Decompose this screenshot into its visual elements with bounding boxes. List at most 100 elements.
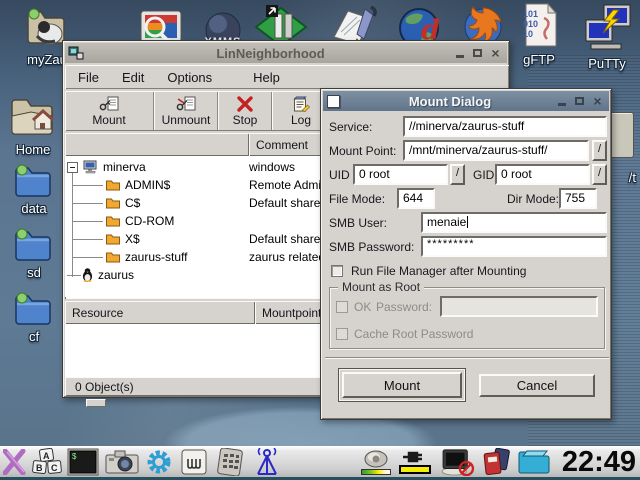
linneighborhood-window-icon: [68, 45, 84, 61]
linneighborhood-titlebar[interactable]: LinNeighborhood ×: [65, 43, 507, 63]
settings-gear-icon[interactable]: [142, 448, 176, 476]
root-ok-label: OK: [354, 300, 371, 314]
tree-label: C$: [125, 196, 140, 210]
folder-icon: [105, 196, 121, 210]
resource-column-header[interactable]: Resource: [65, 301, 255, 324]
gid-browse-button[interactable]: /: [592, 164, 607, 185]
mount-dialog-window-icon: [327, 95, 340, 108]
close-button[interactable]: ×: [489, 47, 502, 60]
uid-input[interactable]: 0 root: [353, 164, 448, 185]
dialog-close-button[interactable]: ×: [591, 95, 604, 108]
minimize-button[interactable]: [453, 47, 466, 60]
service-input[interactable]: //minerva/zaurus-stuff: [403, 116, 607, 137]
toolbar-mount-button[interactable]: Mount: [65, 91, 153, 131]
taskbar-clock[interactable]: 22:49: [562, 446, 636, 479]
computer-icon: [83, 160, 99, 174]
uid-value: 0 root: [359, 167, 390, 181]
smb-password-input[interactable]: *********: [421, 236, 607, 257]
close-icon: ×: [593, 96, 601, 107]
maximize-button[interactable]: [471, 47, 484, 60]
battery-power-icon[interactable]: [394, 448, 436, 476]
keypad-device-icon[interactable]: [212, 448, 248, 476]
desktop-icon-gftp[interactable]: 101 010 10: [518, 2, 560, 48]
smb-user-input[interactable]: menaie: [421, 212, 607, 233]
mount-as-root-group: Mount as Root OK Password: Cache Root Pa…: [329, 287, 605, 349]
abc-letter-a: A: [43, 451, 50, 461]
mount-button[interactable]: Mount: [342, 372, 462, 398]
mount-dialog-title: Mount Dialog: [345, 94, 555, 109]
desktop-icon-home[interactable]: [8, 94, 58, 140]
root-password-input[interactable]: [440, 296, 598, 317]
log-icon: [291, 96, 311, 112]
menu-file[interactable]: File: [75, 69, 102, 86]
desktop-icon-sd[interactable]: [12, 226, 56, 264]
file-mode-input[interactable]: 644: [397, 188, 435, 209]
desktop-icon-cf[interactable]: [12, 290, 56, 328]
terminal-icon[interactable]: $: [64, 448, 102, 476]
documents-folder-icon[interactable]: [514, 448, 556, 476]
tree-header-name[interactable]: [65, 133, 249, 156]
desktop-icon-data[interactable]: [12, 162, 56, 200]
gftp-bits-3: 10: [523, 29, 533, 39]
uid-label: UID: [329, 168, 350, 182]
terminal-prompt: $: [72, 452, 77, 461]
tree-comment: zaurus related: [249, 250, 325, 264]
toolbar-stop-button[interactable]: Stop: [219, 91, 271, 131]
file-mode-label: File Mode:: [329, 192, 385, 206]
toolbar-unmount-label: Unmount: [162, 113, 211, 127]
linneighborhood-menubar: File Edit Options Help: [65, 65, 509, 89]
volume-icon[interactable]: [358, 448, 394, 476]
tree-label: X$: [125, 232, 140, 246]
mount-point-value: /mnt/minerva/zaurus-stuff/: [409, 143, 548, 157]
toolbar-unmount-button[interactable]: Unmount: [155, 91, 217, 131]
linneighborhood-title: LinNeighborhood: [88, 46, 453, 61]
root-ok-checkbox[interactable]: [336, 301, 348, 313]
abc-input-method-icon[interactable]: A B C: [30, 448, 64, 476]
dialog-maximize-button[interactable]: [573, 95, 586, 108]
menu-help[interactable]: Help: [250, 69, 283, 86]
close-icon: ×: [491, 48, 499, 59]
dir-mode-input[interactable]: 755: [559, 188, 597, 209]
unmount-icon: [176, 96, 196, 112]
abc-letter-b: B: [36, 463, 43, 473]
folder-icon: [105, 232, 121, 246]
x-server-icon[interactable]: [0, 448, 30, 476]
display-off-icon[interactable]: [436, 448, 480, 476]
desktop-icon-putty[interactable]: [582, 2, 634, 52]
mount-point-input[interactable]: /mnt/minerva/zaurus-stuff/: [403, 140, 589, 161]
uid-browse-button[interactable]: /: [450, 164, 465, 185]
smb-password-label: SMB Password:: [329, 240, 414, 254]
tree-comment: Default share: [249, 232, 320, 246]
tree-label: zaurus: [98, 268, 134, 282]
mount-dialog: Mount Dialog × Service: //minerva/zaurus…: [320, 88, 612, 420]
cancel-button[interactable]: Cancel: [479, 374, 595, 397]
mount-point-browse-button[interactable]: /: [592, 140, 607, 161]
smb-user-label: SMB User:: [329, 216, 387, 230]
tree-label: minerva: [103, 160, 146, 174]
desktop: myZau XMMS: [0, 0, 640, 480]
collapse-icon[interactable]: [67, 162, 78, 173]
dir-mode-value: 755: [565, 191, 585, 205]
menu-edit[interactable]: Edit: [119, 69, 147, 86]
screenshot-camera-icon[interactable]: [102, 448, 142, 476]
volume-level-bar[interactable]: [361, 469, 391, 475]
object-count: 0 Object(s): [75, 380, 134, 394]
dialog-minimize-button[interactable]: [555, 95, 568, 108]
run-file-manager-checkbox[interactable]: [331, 265, 343, 277]
smb-password-value: *********: [427, 238, 475, 250]
toolbar-mount-label: Mount: [92, 113, 125, 127]
keyboard-key-icon[interactable]: [176, 448, 212, 476]
memory-card-icon[interactable]: [480, 448, 514, 476]
root-password-label: Password:: [376, 300, 432, 314]
cache-root-password-checkbox[interactable]: [336, 328, 348, 340]
battery-level-bar: [399, 465, 431, 474]
abc-letter-c: C: [51, 463, 58, 473]
tree-comment: Default share: [249, 196, 320, 210]
mount-dialog-titlebar[interactable]: Mount Dialog ×: [323, 91, 609, 111]
desktop-icon-putty-label: PuTTy: [562, 56, 640, 71]
gid-input[interactable]: 0 root: [495, 164, 590, 185]
h-scrollbar-stub[interactable]: [86, 399, 106, 407]
text-cursor: [467, 216, 468, 228]
menu-options[interactable]: Options: [164, 69, 215, 86]
wireless-antenna-icon[interactable]: [248, 448, 286, 476]
